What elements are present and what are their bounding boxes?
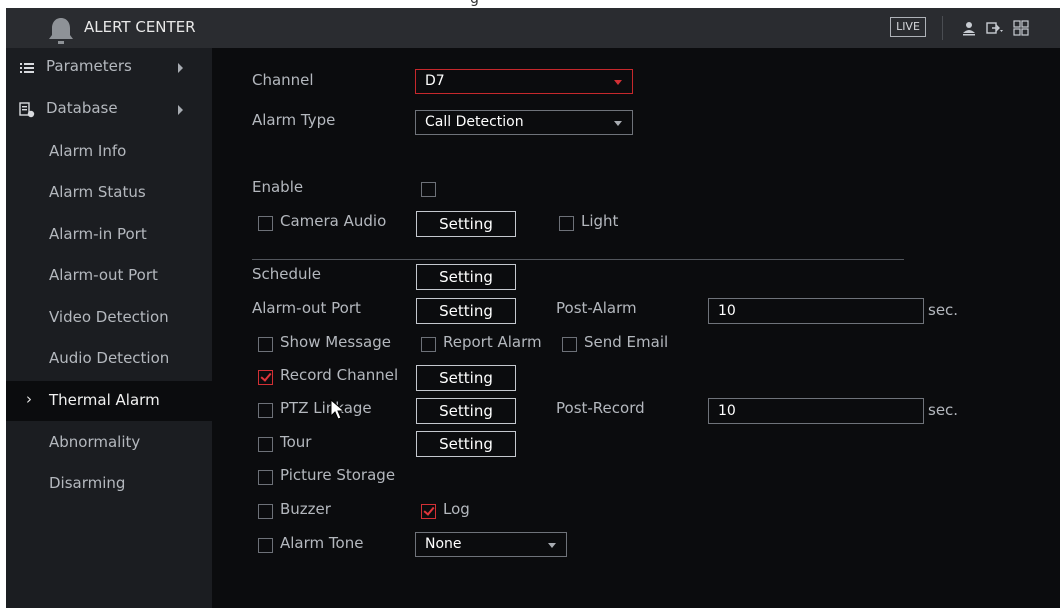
- channel-select[interactable]: D7: [415, 69, 633, 94]
- header-separator: [942, 16, 943, 40]
- sidebar-item-label: Disarming: [49, 474, 126, 492]
- sidebar-item-disarming[interactable]: Disarming: [6, 464, 212, 504]
- submenu-arrow-icon: [178, 63, 183, 73]
- sidebar-item-abnormality[interactable]: Abnormality: [6, 423, 212, 463]
- sidebar-item-parameters[interactable]: Parameters: [6, 48, 212, 88]
- buzzer-label: Buzzer: [280, 500, 331, 518]
- sidebar-item-audio-detection[interactable]: Audio Detection: [6, 339, 212, 379]
- sidebar-item-database[interactable]: Database: [6, 90, 212, 130]
- chevron-down-icon: [614, 121, 622, 126]
- alarm-tone-checkbox[interactable]: [258, 538, 273, 553]
- alarm-type-value: Call Detection: [425, 114, 524, 130]
- sidebar-item-label: Audio Detection: [49, 349, 170, 367]
- sidebar-item-thermal-alarm[interactable]: › Thermal Alarm: [6, 381, 212, 421]
- show-message-label: Show Message: [280, 333, 391, 351]
- app-title: ALERT CENTER: [84, 18, 196, 36]
- active-chevron-icon: ›: [26, 390, 32, 408]
- sidebar-item-label: Alarm Info: [49, 142, 127, 160]
- sidebar-item-label: Video Detection: [49, 308, 169, 326]
- alarm-type-select[interactable]: Call Detection: [415, 110, 633, 135]
- section-divider: [252, 259, 904, 260]
- channel-label: Channel: [252, 71, 314, 89]
- camera-audio-setting-button[interactable]: Setting: [416, 211, 516, 237]
- picture-storage-checkbox[interactable]: [258, 470, 273, 485]
- log-label: Log: [443, 500, 470, 518]
- sidebar-item-alarm-status[interactable]: Alarm Status: [6, 173, 212, 213]
- alarm-tone-label: Alarm Tone: [280, 534, 364, 552]
- record-channel-label: Record Channel: [280, 366, 399, 384]
- screenshot-canvas: g ALERT CENTER LIVE: [0, 0, 1060, 608]
- sidebar-item-alarm-info[interactable]: Alarm Info: [6, 132, 212, 172]
- channel-value: D7: [425, 73, 445, 89]
- send-email-checkbox[interactable]: [562, 337, 577, 352]
- enable-label: Enable: [252, 178, 304, 196]
- camera-audio-checkbox[interactable]: [258, 216, 273, 231]
- logout-icon[interactable]: [984, 18, 1004, 38]
- thermal-alarm-form: Channel D7 Alarm Type Call Detection Ena…: [212, 48, 1060, 608]
- sidebar-item-label: Database: [46, 99, 118, 117]
- ptz-linkage-label: PTZ Linkage: [280, 399, 372, 417]
- sidebar-item-label: Alarm Status: [49, 183, 146, 201]
- sidebar-item-video-detection[interactable]: Video Detection: [6, 298, 212, 338]
- database-icon: [19, 102, 35, 118]
- camera-audio-label: Camera Audio: [280, 212, 387, 230]
- alarm-out-port-setting-button[interactable]: Setting: [416, 298, 516, 324]
- sidebar-item-alarm-out-port[interactable]: Alarm-out Port: [6, 256, 212, 296]
- sidebar-item-label: Alarm-in Port: [49, 225, 147, 243]
- post-alarm-input[interactable]: 10: [708, 298, 924, 324]
- record-channel-setting-button[interactable]: Setting: [416, 365, 516, 391]
- mouse-cursor-icon: [330, 399, 346, 420]
- sidebar-item-label: Abnormality: [49, 433, 141, 451]
- post-record-label: Post-Record: [556, 399, 645, 417]
- post-record-input[interactable]: 10: [708, 398, 924, 424]
- header-bar: ALERT CENTER LIVE: [6, 8, 1060, 48]
- submenu-arrow-icon: [178, 105, 183, 115]
- enable-checkbox[interactable]: [421, 182, 436, 197]
- user-icon[interactable]: [959, 18, 979, 38]
- tour-checkbox[interactable]: [258, 437, 273, 452]
- sidebar-item-alarm-in-port[interactable]: Alarm-in Port: [6, 215, 212, 255]
- alarm-tone-select[interactable]: None: [415, 532, 567, 557]
- show-message-checkbox[interactable]: [258, 337, 273, 352]
- report-alarm-checkbox[interactable]: [421, 337, 436, 352]
- ptz-linkage-setting-button[interactable]: Setting: [416, 398, 516, 424]
- ptz-linkage-checkbox[interactable]: [258, 403, 273, 418]
- record-channel-checkbox[interactable]: [258, 370, 273, 385]
- dvr-window: ALERT CENTER LIVE Parameters Database Al…: [6, 8, 1060, 608]
- live-button[interactable]: LIVE: [890, 17, 926, 37]
- sidebar-item-label: Thermal Alarm: [49, 391, 160, 409]
- post-alarm-unit: sec.: [928, 301, 959, 319]
- sidebar: Parameters Database Alarm Info Alarm Sta…: [6, 48, 212, 608]
- schedule-setting-button[interactable]: Setting: [416, 264, 516, 290]
- tour-label: Tour: [280, 433, 312, 451]
- bell-icon: [49, 18, 73, 44]
- chevron-down-icon: [548, 543, 556, 548]
- report-alarm-label: Report Alarm: [443, 333, 542, 351]
- top-caption: g: [470, 0, 550, 8]
- tour-setting-button[interactable]: Setting: [416, 431, 516, 457]
- post-alarm-label: Post-Alarm: [556, 299, 637, 317]
- send-email-label: Send Email: [584, 333, 669, 351]
- list-icon: [20, 63, 34, 73]
- chevron-down-icon: [614, 80, 622, 85]
- light-label: Light: [581, 212, 619, 230]
- top-caption-text: g: [470, 0, 479, 7]
- log-checkbox[interactable]: [421, 504, 436, 519]
- alarm-type-label: Alarm Type: [252, 111, 336, 129]
- picture-storage-label: Picture Storage: [280, 466, 396, 484]
- grid-menu-icon[interactable]: [1011, 18, 1031, 38]
- post-record-unit: sec.: [928, 401, 959, 419]
- sidebar-item-label: Alarm-out Port: [49, 266, 158, 284]
- light-checkbox[interactable]: [559, 216, 574, 231]
- alarm-out-port-label: Alarm-out Port: [252, 299, 361, 317]
- schedule-label: Schedule: [252, 265, 321, 283]
- buzzer-checkbox[interactable]: [258, 504, 273, 519]
- alarm-tone-value: None: [425, 536, 462, 552]
- sidebar-item-label: Parameters: [46, 57, 132, 75]
